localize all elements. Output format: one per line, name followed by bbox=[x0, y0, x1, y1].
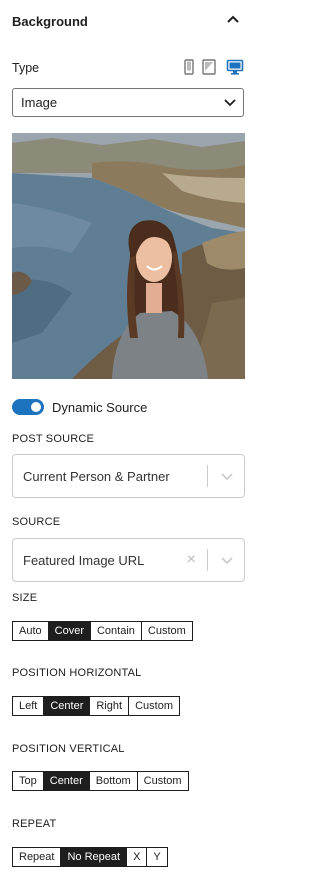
post-source-value: Current Person & Partner bbox=[23, 469, 170, 484]
repeat-button[interactable]: Repeat bbox=[13, 848, 62, 866]
pos-h-right-button[interactable]: Right bbox=[90, 697, 130, 715]
dynamic-source-label: Dynamic Source bbox=[52, 400, 148, 415]
position-horizontal-options: Left Center Right Custom bbox=[12, 696, 180, 716]
pos-v-bottom-button[interactable]: Bottom bbox=[89, 772, 138, 790]
pos-v-custom-button[interactable]: Custom bbox=[137, 772, 188, 790]
pos-h-custom-button[interactable]: Custom bbox=[129, 697, 179, 715]
repeat-label: REPEAT bbox=[12, 818, 57, 830]
type-select-value: Image bbox=[21, 95, 58, 110]
size-custom-button[interactable]: Custom bbox=[141, 622, 192, 640]
no-repeat-button[interactable]: No Repeat bbox=[61, 848, 128, 866]
position-vertical-label: POSITION VERTICAL bbox=[12, 743, 125, 755]
clear-icon[interactable]: × bbox=[187, 551, 196, 569]
source-label: SOURCE bbox=[12, 516, 61, 528]
repeat-options: Repeat No Repeat X Y bbox=[12, 847, 168, 867]
source-select[interactable]: Featured Image URL × bbox=[12, 538, 245, 582]
position-horizontal-label: POSITION HORIZONTAL bbox=[12, 667, 142, 679]
dynamic-source-toggle[interactable] bbox=[12, 399, 44, 415]
source-value: Featured Image URL bbox=[23, 553, 145, 568]
repeat-y-button[interactable]: Y bbox=[147, 848, 167, 866]
chevron-up-icon[interactable] bbox=[225, 12, 241, 28]
desktop-icon[interactable] bbox=[226, 58, 244, 76]
pos-v-center-button[interactable]: Center bbox=[43, 772, 90, 790]
size-label: SIZE bbox=[12, 592, 38, 604]
chevron-down-icon bbox=[224, 99, 236, 107]
size-auto-button[interactable]: Auto bbox=[13, 622, 49, 640]
tablet-icon[interactable] bbox=[201, 58, 217, 76]
size-contain-button[interactable]: Contain bbox=[90, 622, 142, 640]
size-cover-button[interactable]: Cover bbox=[48, 622, 91, 640]
pos-h-center-button[interactable]: Center bbox=[44, 697, 91, 715]
type-label: Type bbox=[12, 61, 40, 75]
post-source-select[interactable]: Current Person & Partner bbox=[12, 454, 245, 498]
size-options: Auto Cover Contain Custom bbox=[12, 621, 193, 641]
background-image-preview[interactable] bbox=[12, 133, 245, 379]
position-vertical-options: Top Center Bottom Custom bbox=[12, 771, 189, 791]
chevron-down-icon[interactable] bbox=[220, 553, 234, 567]
pos-h-left-button[interactable]: Left bbox=[13, 697, 45, 715]
panel-title: Background bbox=[12, 14, 88, 29]
pos-v-top-button[interactable]: Top bbox=[13, 772, 44, 790]
repeat-x-button[interactable]: X bbox=[127, 848, 148, 866]
mobile-icon[interactable] bbox=[182, 58, 196, 76]
post-source-label: POST SOURCE bbox=[12, 433, 95, 445]
chevron-down-icon[interactable] bbox=[220, 469, 234, 483]
type-select[interactable]: Image bbox=[12, 88, 244, 117]
